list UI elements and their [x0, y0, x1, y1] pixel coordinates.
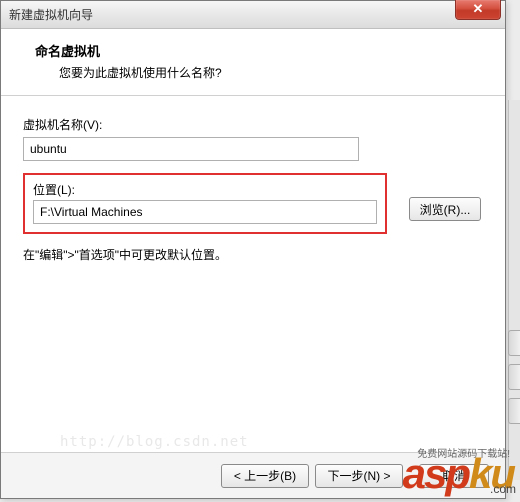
vm-name-label: 虚拟机名称(V): [23, 116, 485, 133]
wizard-header: 命名虚拟机 您要为此虚拟机使用什么名称? [1, 29, 505, 96]
page-title: 命名虚拟机 [35, 41, 487, 60]
close-button[interactable]: ✕ [455, 0, 501, 20]
side-tab[interactable] [508, 398, 520, 424]
back-button[interactable]: < 上一步(B) [221, 464, 309, 488]
location-highlight: 位置(L): [23, 173, 387, 234]
side-tab[interactable] [508, 364, 520, 390]
location-hint: 在"编辑">"首选项"中可更改默认位置。 [23, 246, 485, 263]
window-title: 新建虚拟机向导 [9, 6, 93, 23]
faint-watermark-url: http://blog.csdn.net [60, 434, 249, 450]
content-area: 命名虚拟机 您要为此虚拟机使用什么名称? 虚拟机名称(V): 位置(L): 在"… [1, 29, 505, 263]
side-tab[interactable] [508, 330, 520, 356]
titlebar: 新建虚拟机向导 ✕ [1, 1, 505, 29]
button-bar: < 上一步(B) 下一步(N) > 取消 [1, 452, 505, 498]
vm-name-input[interactable] [23, 137, 359, 161]
next-button[interactable]: 下一步(N) > [315, 464, 403, 488]
page-subtitle: 您要为此虚拟机使用什么名称? [59, 64, 487, 81]
wizard-body: 虚拟机名称(V): 位置(L): 在"编辑">"首选项"中可更改默认位置。 [1, 96, 505, 263]
side-panel-edge [508, 100, 520, 480]
location-label: 位置(L): [33, 181, 377, 198]
wizard-window: 新建虚拟机向导 ✕ 命名虚拟机 您要为此虚拟机使用什么名称? 虚拟机名称(V):… [0, 0, 506, 499]
cancel-button[interactable]: 取消 [419, 464, 489, 488]
browse-button[interactable]: 浏览(R)... [409, 197, 481, 221]
location-input[interactable] [33, 200, 377, 224]
